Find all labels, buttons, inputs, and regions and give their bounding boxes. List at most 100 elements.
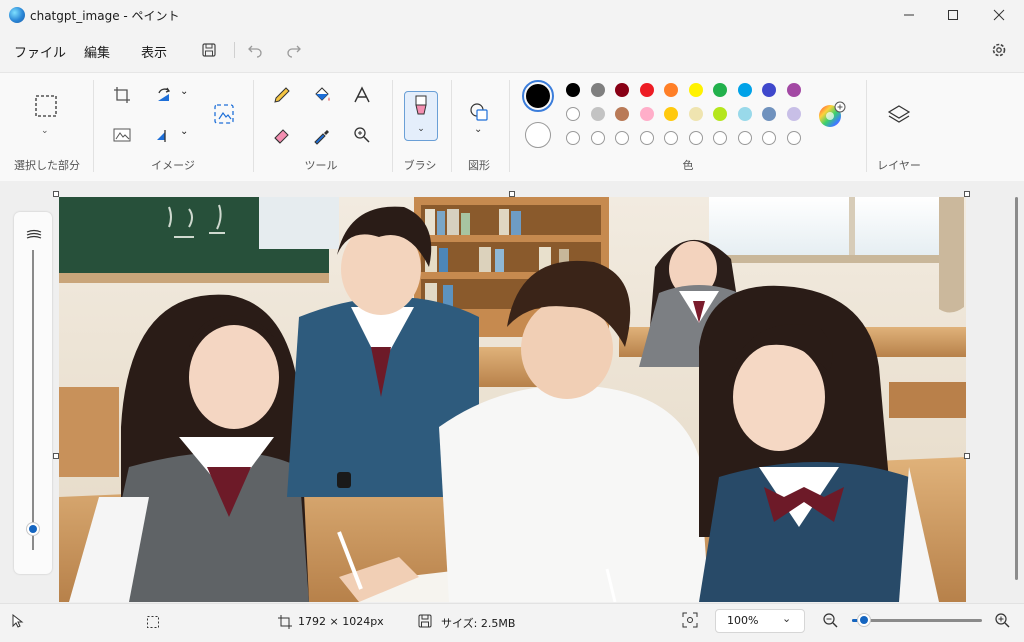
- menu-view[interactable]: 表示: [141, 42, 167, 61]
- fill-button[interactable]: [307, 81, 337, 109]
- gear-icon: [992, 43, 1006, 57]
- undo-icon: [248, 45, 262, 58]
- custom-color-slot[interactable]: [664, 131, 678, 145]
- eraser-button[interactable]: [267, 121, 297, 149]
- layers-button[interactable]: [884, 101, 914, 129]
- menu-file[interactable]: ファイル: [14, 42, 66, 61]
- custom-color-slot[interactable]: [566, 131, 580, 145]
- save-button[interactable]: [195, 38, 223, 62]
- resize-handle-top-right[interactable]: [964, 191, 970, 197]
- flip-button[interactable]: [149, 121, 179, 149]
- resize-handle-right[interactable]: [964, 453, 970, 459]
- color-swatch[interactable]: [737, 107, 752, 121]
- maximize-button[interactable]: [930, 0, 976, 30]
- flip-chevron-down-icon[interactable]: ⌄: [180, 126, 188, 137]
- rectangle-select-icon: [35, 95, 57, 117]
- zoom-in-button[interactable]: [994, 612, 1010, 632]
- ribbon-separator: [253, 80, 254, 172]
- color-swatch[interactable]: [762, 83, 776, 97]
- custom-color-slot[interactable]: [786, 131, 801, 145]
- scrollbar-thumb[interactable]: [1015, 197, 1018, 580]
- custom-color-slot[interactable]: [737, 131, 752, 145]
- color-swatch[interactable]: [737, 83, 752, 97]
- text-icon: [354, 86, 370, 103]
- color-swatch[interactable]: [762, 107, 776, 121]
- primary-color-button[interactable]: [522, 80, 554, 112]
- color-swatch[interactable]: [590, 83, 605, 97]
- zoom-out-icon: [823, 613, 838, 628]
- color-picker-button[interactable]: [307, 121, 337, 149]
- color-swatch[interactable]: [786, 83, 801, 97]
- text-button[interactable]: [347, 81, 377, 109]
- undo-button[interactable]: [241, 38, 269, 62]
- resize-handle-top[interactable]: [509, 191, 515, 197]
- shapes-chevron-down-icon[interactable]: ⌄: [474, 124, 482, 135]
- color-swatch[interactable]: [590, 107, 605, 121]
- paint-app-icon: [9, 7, 25, 23]
- color-swatch[interactable]: [639, 107, 654, 121]
- color-swatch[interactable]: [615, 107, 629, 121]
- zoom-slider-thumb[interactable]: [857, 613, 871, 627]
- zoom-dropdown[interactable]: 100% ⌄: [715, 609, 805, 633]
- shapes-button[interactable]: [464, 98, 494, 126]
- secondary-color-button[interactable]: [525, 122, 551, 148]
- menu-edit[interactable]: 編集: [84, 42, 110, 61]
- color-swatch[interactable]: [713, 83, 727, 97]
- custom-color-slot[interactable]: [688, 131, 703, 145]
- custom-color-slot[interactable]: [639, 131, 654, 145]
- pencil-button[interactable]: [267, 81, 297, 109]
- rotate-chevron-down-icon[interactable]: ⌄: [180, 86, 188, 97]
- select-dropdown-chevron-icon[interactable]: ⌄: [41, 126, 49, 136]
- close-button[interactable]: [976, 0, 1022, 30]
- brush-chevron-down-icon: ⌄: [417, 124, 425, 134]
- color-swatch[interactable]: [688, 83, 703, 97]
- vertical-scrollbar[interactable]: [1013, 197, 1019, 580]
- resize-button[interactable]: [107, 121, 137, 149]
- custom-color-slot[interactable]: [713, 131, 727, 145]
- image-generator-icon: [214, 104, 234, 124]
- ribbon-separator: [451, 80, 452, 172]
- zoom-slider-track[interactable]: [852, 619, 982, 622]
- magnifier-button[interactable]: [347, 121, 377, 149]
- custom-color-slot[interactable]: [590, 131, 605, 145]
- resize-handle-top-left[interactable]: [53, 191, 59, 197]
- color-swatch[interactable]: [639, 83, 654, 97]
- settings-button[interactable]: [985, 38, 1013, 62]
- color-swatch[interactable]: [566, 107, 580, 121]
- close-icon: [993, 9, 1005, 21]
- brush-button[interactable]: ⌄: [404, 91, 438, 141]
- vertical-zoom-track[interactable]: [32, 250, 34, 550]
- select-tool-button[interactable]: [31, 92, 61, 120]
- color-swatch[interactable]: [664, 83, 678, 97]
- classroom-illustration: [59, 197, 966, 602]
- redo-button[interactable]: [280, 38, 308, 62]
- color-swatch[interactable]: [566, 83, 580, 97]
- fit-to-window-button[interactable]: [682, 612, 698, 632]
- group-label-selection: 選択した部分: [14, 159, 80, 172]
- color-swatch[interactable]: [713, 107, 727, 121]
- color-swatch[interactable]: [688, 107, 703, 121]
- color-swatch[interactable]: [615, 83, 629, 97]
- redo-icon: [287, 45, 301, 58]
- image-generator-button[interactable]: [209, 100, 239, 128]
- eraser-icon: [274, 129, 289, 144]
- edit-colors-button[interactable]: [818, 101, 846, 129]
- crop-button[interactable]: [107, 81, 137, 109]
- zoom-out-button[interactable]: [822, 612, 838, 632]
- flip-icon: [157, 130, 166, 142]
- canvas-image[interactable]: [59, 197, 966, 602]
- rotate-button[interactable]: [149, 81, 179, 109]
- file-size-icon: [418, 613, 432, 632]
- vertical-zoom-thumb[interactable]: [26, 522, 40, 536]
- custom-color-slot[interactable]: [762, 131, 776, 145]
- custom-color-slot[interactable]: [615, 131, 629, 145]
- primary-color-swatch: [526, 84, 550, 108]
- save-icon: [202, 43, 216, 57]
- resize-handle-left[interactable]: [53, 453, 59, 459]
- color-swatch[interactable]: [664, 107, 678, 121]
- minimize-button[interactable]: [886, 0, 932, 30]
- color-swatch[interactable]: [786, 107, 801, 121]
- minimize-icon: [904, 14, 914, 16]
- canvas-dimensions: 1792 × 1024px: [298, 615, 384, 628]
- layer-stack-icon: [26, 226, 42, 239]
